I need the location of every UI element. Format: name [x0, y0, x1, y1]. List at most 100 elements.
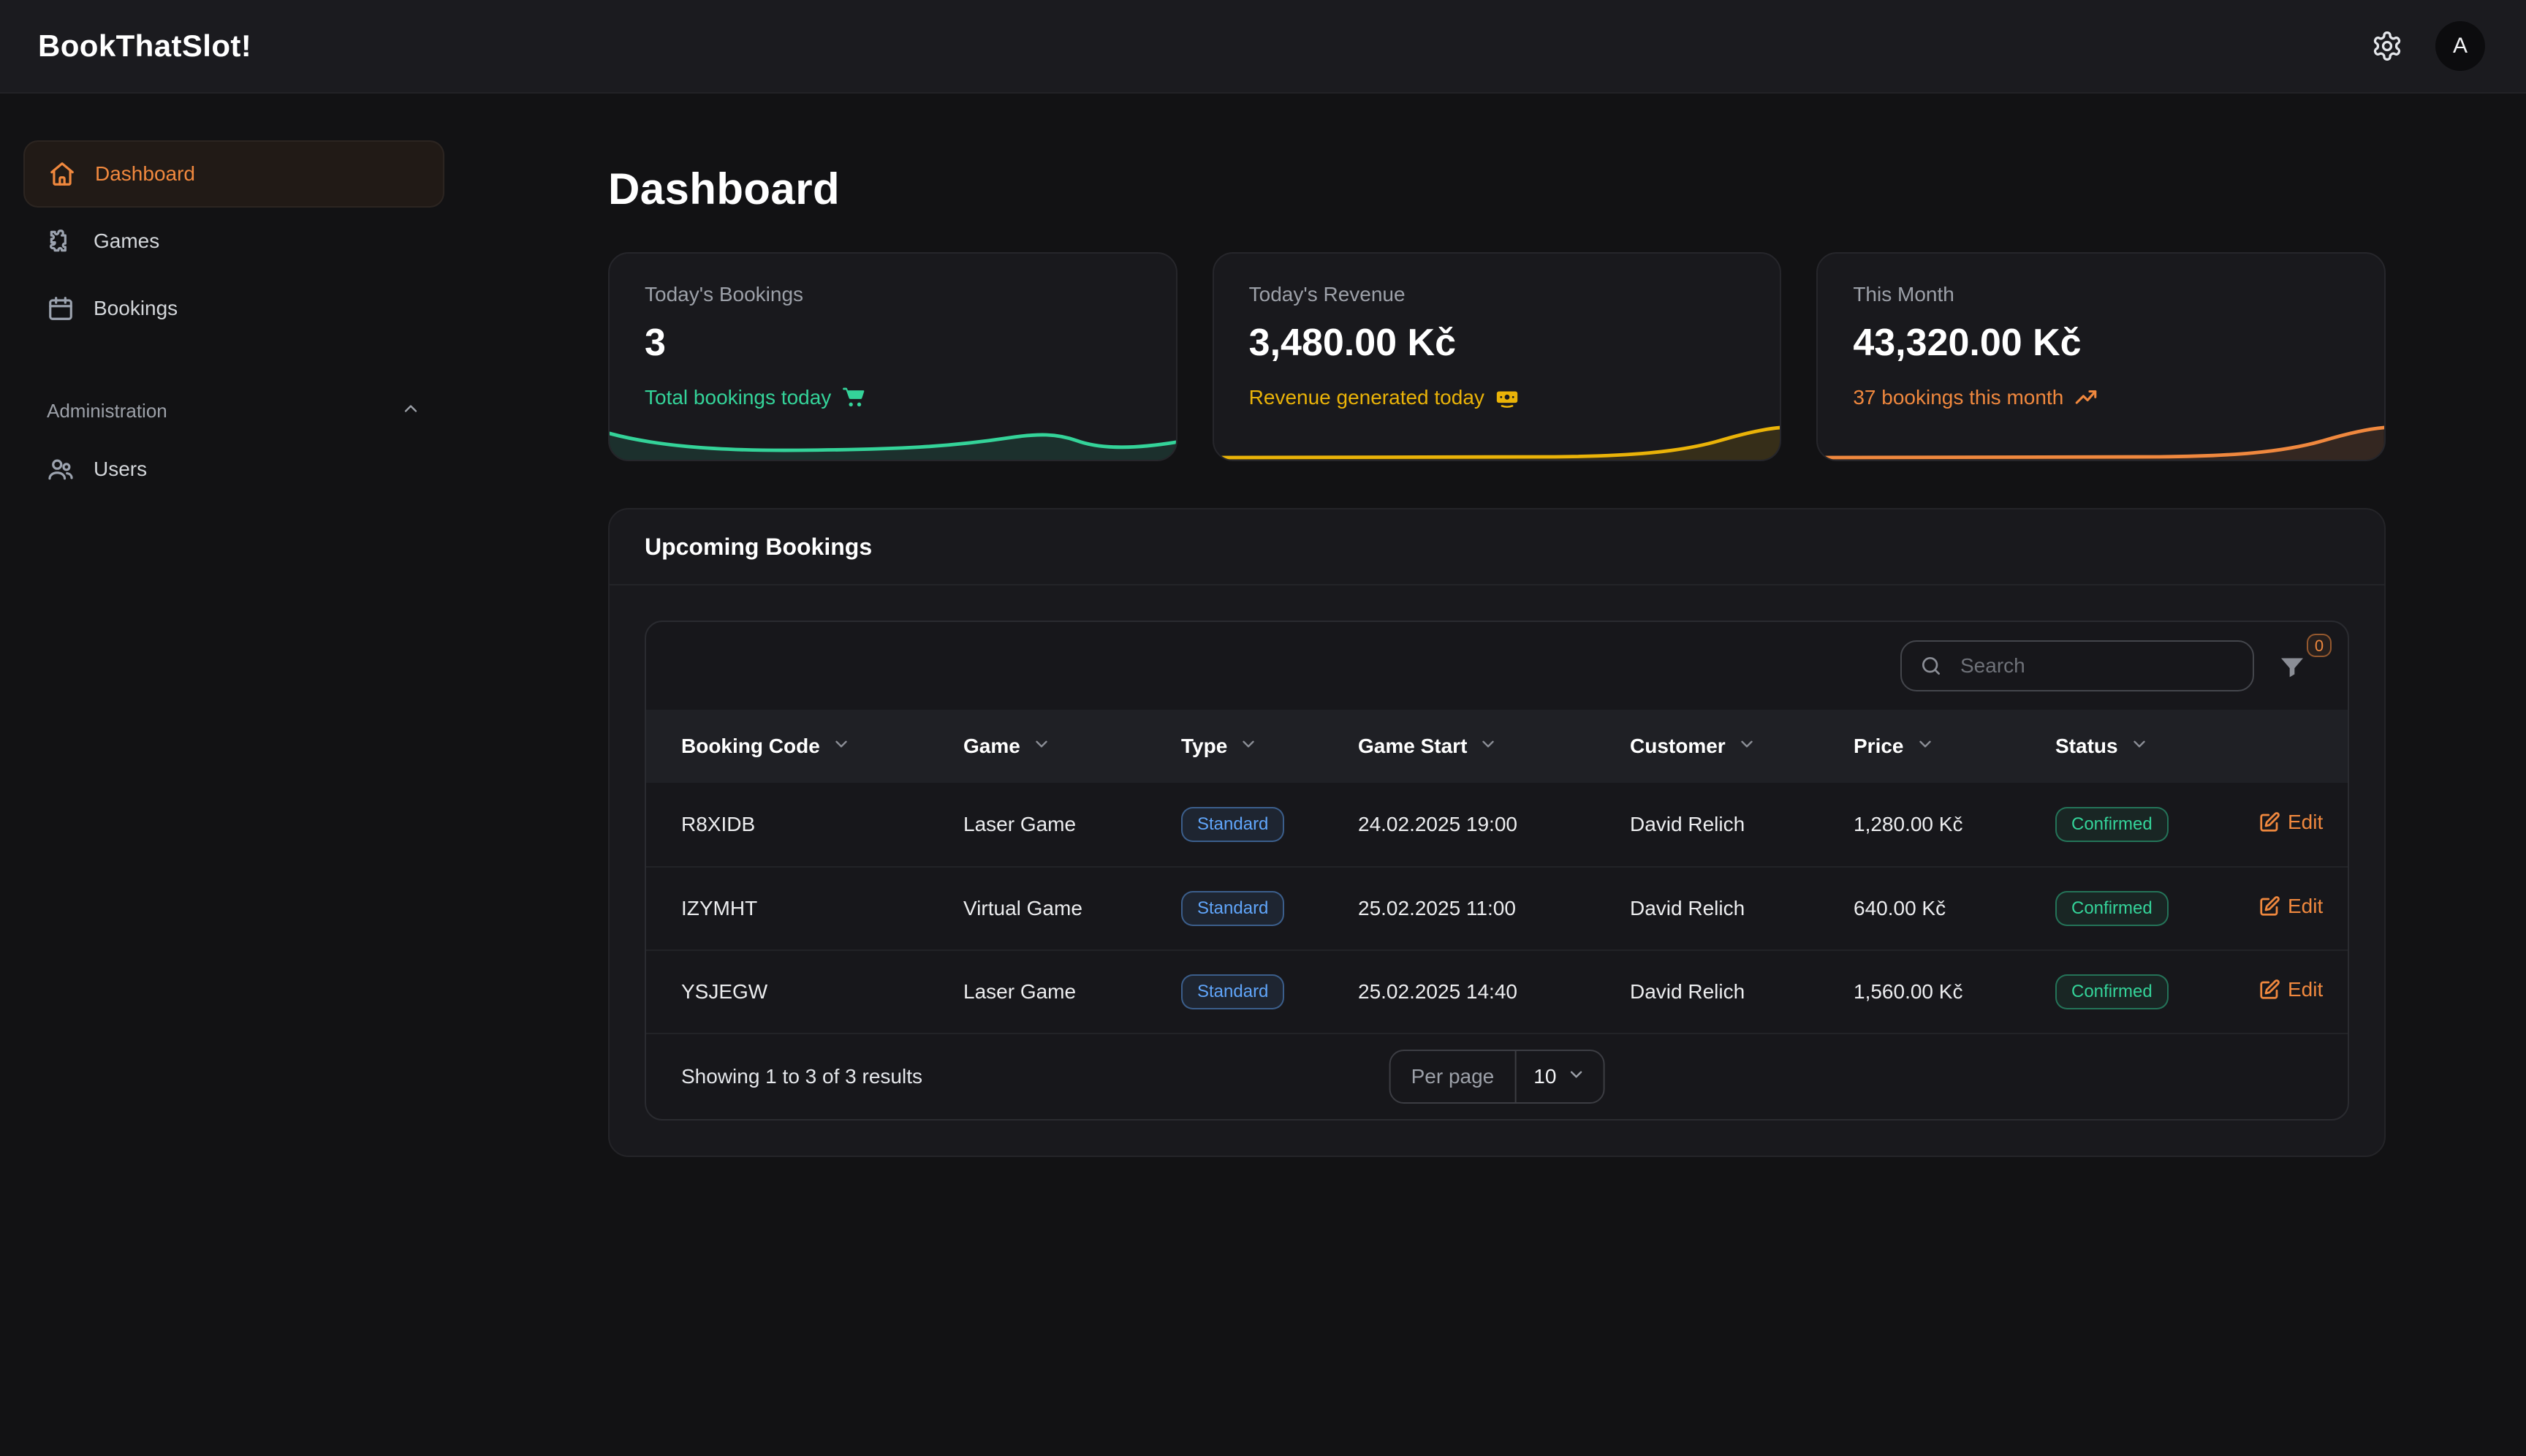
column-header-label: Type [1181, 735, 1228, 757]
edit-pencil-icon [2258, 811, 2280, 833]
status-badge: Confirmed [2055, 806, 2169, 843]
stat-subtext-label: 37 bookings this month [1853, 386, 2064, 409]
sidebar-item-dashboard[interactable]: Dashboard [23, 140, 444, 208]
sidebar: Dashboard Games Bookings Administration … [0, 94, 468, 1456]
edit-button-label: Edit [2288, 978, 2324, 1001]
column-header-label: Customer [1630, 735, 1726, 757]
chevron-down-icon [1032, 735, 1051, 759]
search-input[interactable] [1957, 653, 2235, 679]
sidebar-item-bookings[interactable]: Bookings [23, 275, 444, 342]
app-title: BookThatSlot! [38, 29, 252, 63]
header-actions: A [2368, 21, 2485, 71]
column-header-label: Booking Code [681, 735, 820, 757]
month-sparkline [1818, 425, 2384, 460]
banknote-icon [1495, 385, 1520, 410]
table-body: R8XIDB Laser Game Standard 24.02.2025 19… [646, 783, 2348, 1033]
chevron-down-icon [1566, 1065, 1585, 1089]
chevron-down-icon [1916, 735, 1935, 759]
edit-pencil-icon [2258, 979, 2280, 1001]
cell-actions: Edit [2258, 811, 2324, 838]
upcoming-bookings-panel: Upcoming Bookings Search 0 Booking Code … [608, 508, 2386, 1157]
trending-up-icon [2074, 385, 2098, 410]
cell-booking-code: IZYMHT [681, 897, 758, 920]
stat-subtext: Total bookings today [645, 385, 1141, 410]
stat-value: 3,480.00 Kč [1248, 322, 1456, 364]
table-footer: Showing 1 to 3 of 3 results Per page 10 [646, 1033, 2348, 1119]
per-page-control[interactable]: Per page 10 [1389, 1050, 1605, 1104]
cell-status: Confirmed [2055, 806, 2258, 843]
type-badge: Standard [1181, 806, 1285, 843]
cell-status: Confirmed [2055, 974, 2258, 1010]
cell-booking-code: R8XIDB [681, 813, 756, 835]
cell-type: Standard [1181, 806, 1358, 843]
status-badge: Confirmed [2055, 890, 2169, 927]
column-header[interactable]: Type [1181, 735, 1358, 759]
stat-label: This Month [1853, 283, 1954, 306]
panel-body: 0 Booking Code Game Type Game Start Cus [610, 585, 2384, 1156]
edit-button-label: Edit [2288, 811, 2324, 833]
bookings-sparkline [610, 431, 1176, 460]
chevron-down-icon [1737, 735, 1756, 759]
type-badge: Standard [1181, 974, 1285, 1010]
shopping-cart-icon [841, 385, 866, 410]
bookings-table-card: 0 Booking Code Game Type Game Start Cus [645, 621, 2349, 1121]
stat-label: Today's Bookings [645, 283, 804, 306]
column-header[interactable]: Game Start [1358, 735, 1630, 759]
cell-game-start: 25.02.2025 14:40 [1358, 980, 1517, 1003]
edit-button[interactable]: Edit [2258, 978, 2323, 1001]
cell-type: Standard [1181, 974, 1358, 1010]
cell-customer: David Relich [1630, 813, 1745, 835]
stat-value: 43,320.00 Kč [1853, 322, 2082, 364]
cell-price: 1,560.00 Kč [1854, 980, 1963, 1003]
column-header-label: Price [1854, 735, 1904, 757]
avatar[interactable]: A [2435, 21, 2485, 71]
search-box[interactable] [1900, 640, 2254, 691]
avatar-initial: A [2452, 34, 2468, 58]
chevron-down-icon [2130, 735, 2149, 759]
column-header[interactable]: Status [2055, 735, 2258, 759]
per-page-select[interactable]: 10 [1516, 1051, 1603, 1102]
column-header[interactable]: Price [1854, 735, 2055, 759]
per-page-label: Per page [1411, 1065, 1495, 1088]
filter-button[interactable]: 0 [2277, 634, 2332, 688]
chevron-down-icon [1479, 735, 1498, 759]
edit-button[interactable]: Edit [2258, 811, 2323, 834]
column-header[interactable]: Game [963, 735, 1181, 759]
sidebar-section-administration[interactable]: Administration [23, 386, 444, 436]
cell-booking-code: YSJEGW [681, 980, 768, 1003]
cell-game-start: 25.02.2025 11:00 [1358, 897, 1516, 920]
panel-header: Upcoming Bookings [610, 509, 2384, 585]
filter-count-badge: 0 [2307, 634, 2332, 657]
table-header-row: Booking Code Game Type Game Start Custom… [646, 710, 2348, 783]
stat-subtext: 37 bookings this month [1853, 385, 2349, 410]
settings-button[interactable] [2368, 27, 2406, 65]
stat-cards: Today's Bookings 3 Total bookings today [608, 252, 2386, 461]
column-header-label: Status [2055, 735, 2118, 757]
stat-subtext: Revenue generated today [1249, 385, 1745, 410]
sidebar-item-label: Users [94, 458, 148, 480]
stat-value: 3 [645, 322, 666, 364]
cell-price: 640.00 Kč [1854, 897, 1946, 920]
sidebar-item-games[interactable]: Games [23, 208, 444, 275]
cell-game: Laser Game [963, 813, 1077, 835]
section-label: Administration [47, 399, 167, 422]
users-icon [47, 455, 75, 483]
cell-game: Virtual Game [963, 897, 1082, 920]
stat-label: Today's Revenue [1248, 283, 1406, 306]
stat-card-todays-revenue: Today's Revenue 3,480.00 Kč Revenue gene… [1212, 252, 1782, 461]
sidebar-item-users[interactable]: Users [23, 436, 444, 503]
table-row: R8XIDB Laser Game Standard 24.02.2025 19… [646, 783, 2348, 866]
cell-game-start: 24.02.2025 19:00 [1358, 813, 1517, 835]
cell-actions: Edit [2258, 895, 2324, 922]
edit-button[interactable]: Edit [2258, 895, 2323, 918]
cell-price: 1,280.00 Kč [1854, 813, 1963, 835]
status-badge: Confirmed [2055, 974, 2169, 1010]
column-header[interactable]: Customer [1630, 735, 1854, 759]
cell-status: Confirmed [2055, 890, 2258, 927]
cell-game: Laser Game [963, 980, 1077, 1003]
revenue-sparkline [1213, 425, 1780, 460]
column-header[interactable]: Booking Code [681, 735, 963, 759]
edit-pencil-icon [2258, 895, 2280, 917]
puzzle-icon [47, 227, 75, 255]
table-row: IZYMHT Virtual Game Standard 25.02.2025 … [646, 866, 2348, 949]
